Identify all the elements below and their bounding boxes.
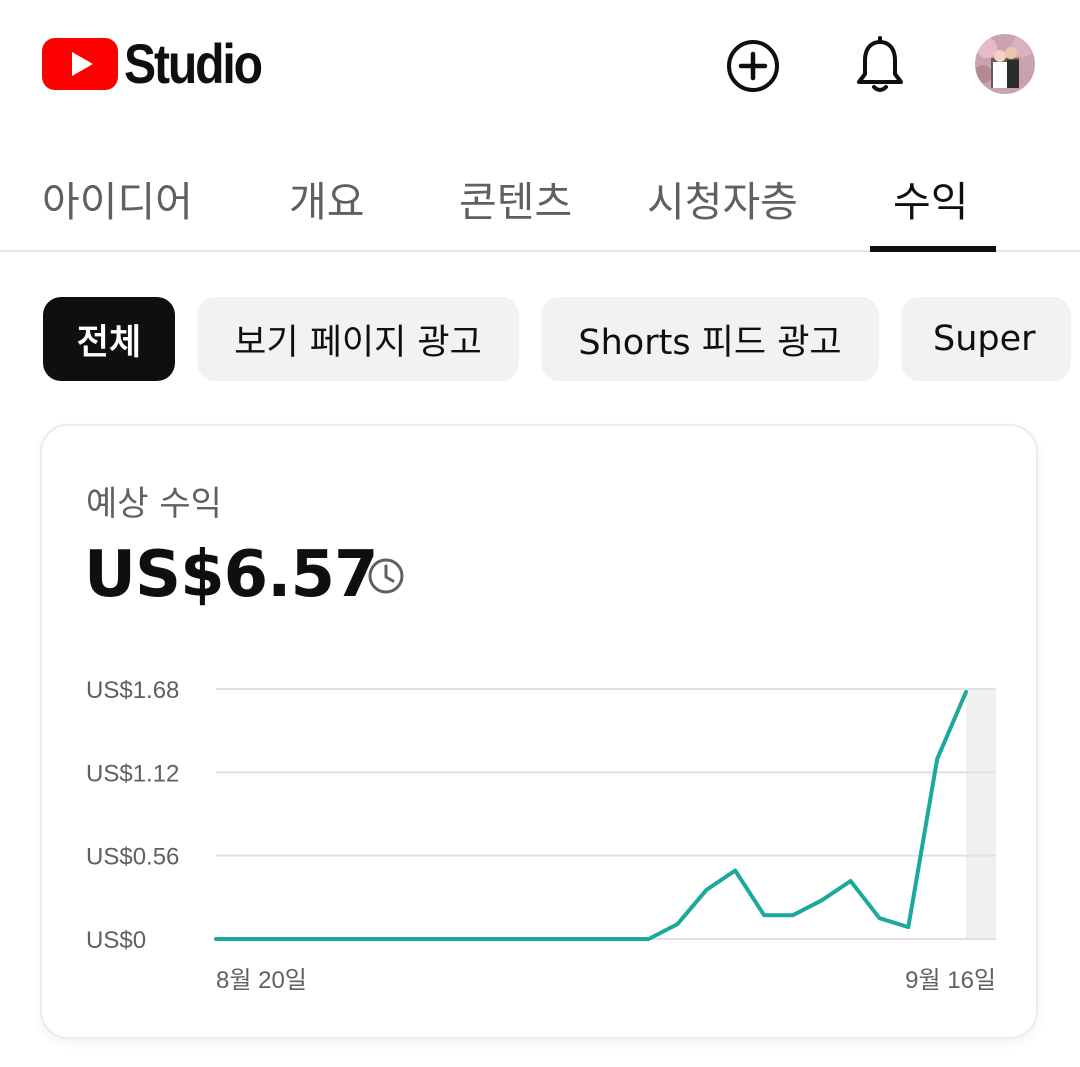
tab-revenue[interactable]: 수익 bbox=[893, 168, 968, 228]
logo-text: Studio bbox=[124, 32, 263, 95]
chip-watch-page-ads[interactable]: 보기 페이지 광고 bbox=[197, 297, 519, 381]
active-tab-indicator bbox=[870, 246, 996, 252]
app-header: Studio bbox=[0, 0, 1080, 130]
notifications-button[interactable] bbox=[850, 36, 910, 96]
tab-overview[interactable]: 개요 bbox=[289, 168, 364, 228]
tab-content[interactable]: 콘텐츠 bbox=[459, 168, 572, 228]
y-tick-label: US$0.56 bbox=[86, 844, 179, 871]
y-tick-label: US$0 bbox=[86, 927, 146, 954]
x-start-label: 8월 20일 bbox=[216, 967, 307, 994]
chip-super[interactable]: Super bbox=[901, 297, 1071, 381]
account-avatar[interactable] bbox=[975, 34, 1035, 94]
chip-shorts-feed-ads[interactable]: Shorts 피드 광고 bbox=[541, 297, 879, 381]
revenue-line-chart: US$0 US$0.56 US$1.12 US$1.68 8월 20일 9월 16일 bbox=[86, 677, 996, 994]
youtube-play-icon bbox=[42, 38, 118, 90]
chip-all[interactable]: 전체 bbox=[43, 297, 175, 381]
create-button[interactable] bbox=[723, 36, 783, 96]
analytics-tabs: 아이디어 개요 콘텐츠 시청자층 수익 bbox=[0, 130, 1080, 252]
add-circle-icon bbox=[727, 40, 779, 92]
youtube-studio-logo[interactable]: Studio bbox=[42, 32, 283, 95]
estimated-revenue-card[interactable]: 예상 수익 US$6.57 US$0 US$0.56 US$1.12 US$1.68 8… bbox=[40, 424, 1038, 1039]
x-end-label: 9월 16일 bbox=[905, 967, 996, 994]
bell-icon bbox=[857, 36, 903, 92]
revenue-filter-chips: 전체 보기 페이지 광고 Shorts 피드 광고 Super bbox=[0, 297, 1080, 383]
y-tick-label: US$1.12 bbox=[86, 760, 179, 787]
y-tick-label: US$1.68 bbox=[86, 677, 179, 704]
tab-audience[interactable]: 시청자층 bbox=[647, 168, 798, 228]
tab-ideas[interactable]: 아이디어 bbox=[42, 168, 193, 228]
revenue-series-line bbox=[214, 690, 968, 941]
avatar-image bbox=[975, 34, 1035, 94]
selected-day-highlight bbox=[966, 689, 996, 939]
